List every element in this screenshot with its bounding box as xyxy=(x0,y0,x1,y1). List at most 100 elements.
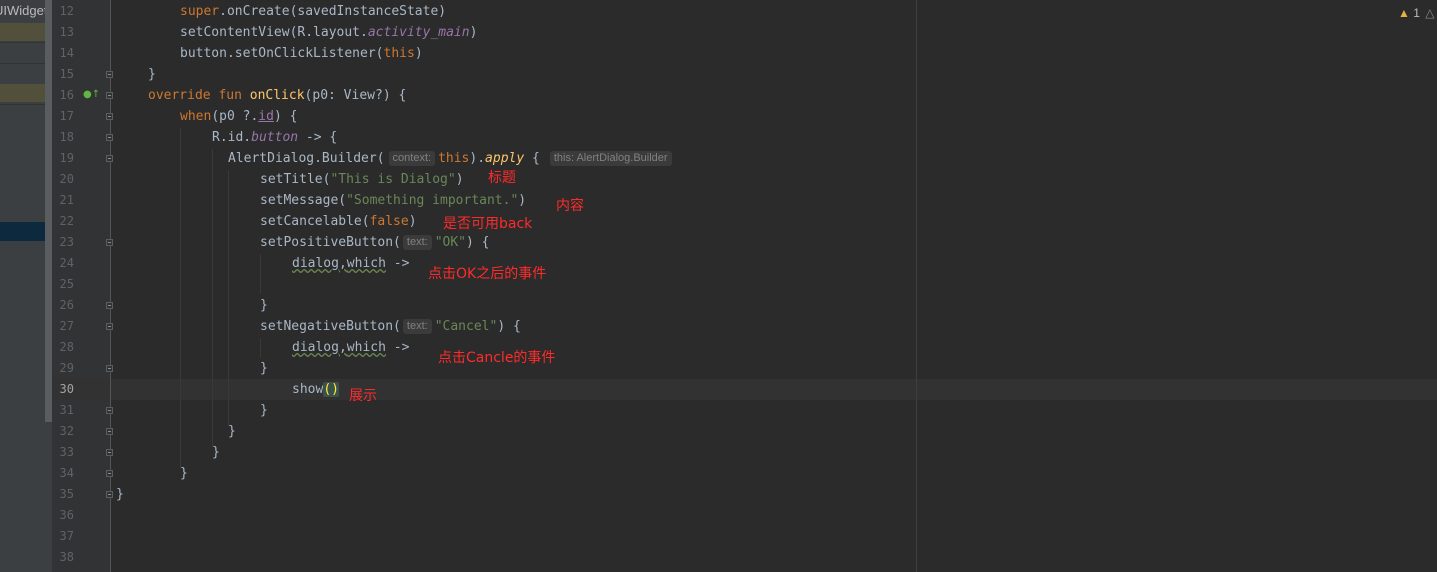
code-token: , xyxy=(338,340,347,355)
fold-marker-icon[interactable] xyxy=(106,407,113,414)
code-token: onClick xyxy=(249,88,305,103)
project-panel[interactable]: UIWidget xyxy=(0,0,52,572)
indent-guide xyxy=(180,128,181,468)
line-number: 21 xyxy=(59,193,74,207)
code-token: this xyxy=(383,46,415,61)
code-token: dialog xyxy=(292,340,339,355)
code-line-18[interactable]: R.id.button -> { xyxy=(212,127,337,148)
code-token: ) xyxy=(408,214,417,229)
line-number: 31 xyxy=(59,403,74,417)
code-token: -> xyxy=(385,256,410,271)
code-token: which xyxy=(346,340,386,355)
code-line-16[interactable]: override fun onClick(p0: View?) { xyxy=(148,85,406,106)
code-token: setContentView(R.layout. xyxy=(180,25,368,40)
fold-marker-icon[interactable] xyxy=(106,92,113,99)
inspection-widget[interactable]: ▲ 1 △ xyxy=(1398,6,1435,20)
code-line-26[interactable]: } xyxy=(260,295,268,316)
code-line-28[interactable]: dialog,which -> xyxy=(292,337,409,358)
code-line-30[interactable]: show() xyxy=(292,379,339,400)
code-line-15[interactable]: } xyxy=(148,64,156,85)
code-line-21[interactable]: setMessage("Something important.") xyxy=(260,190,526,211)
code-token: } xyxy=(180,466,188,481)
code-token: "This is Dialog" xyxy=(330,172,456,187)
annotation-ok-event: 点击OK之后的事件 xyxy=(428,266,547,282)
line-number: 13 xyxy=(59,25,74,39)
fold-marker-icon[interactable] xyxy=(106,449,113,456)
fold-marker-icon[interactable] xyxy=(106,134,113,141)
code-line-32[interactable]: } xyxy=(228,421,236,442)
code-token: } xyxy=(260,298,268,313)
annotation-message: 内容 xyxy=(556,198,584,214)
code-token: "Cancel" xyxy=(434,319,498,334)
line-number: 15 xyxy=(59,67,74,81)
fold-marker-icon[interactable] xyxy=(106,428,113,435)
code-token: setTitle( xyxy=(260,172,331,187)
code-token: AlertDialog.Builder( xyxy=(228,151,385,166)
modified-file-highlight xyxy=(0,84,46,102)
fold-marker-icon[interactable] xyxy=(106,470,113,477)
divider xyxy=(0,63,46,64)
code-token: which xyxy=(346,256,386,271)
type-hint: this: AlertDialog.Builder xyxy=(549,151,672,166)
code-line-33[interactable]: } xyxy=(212,442,220,463)
code-token: } xyxy=(228,424,236,439)
line-number: 28 xyxy=(59,340,74,354)
code-token: setPositiveButton( xyxy=(260,235,401,250)
annotation-cancel-event: 点击Cancle的事件 xyxy=(438,350,556,366)
code-line-23[interactable]: setPositiveButton(text: "OK") { xyxy=(260,232,489,253)
code-token: dialog xyxy=(292,256,339,271)
code-token: button xyxy=(251,130,299,145)
code-token: } xyxy=(260,361,268,376)
annotation-title: 标题 xyxy=(488,170,516,186)
indent-guide xyxy=(260,254,261,294)
code-token: } xyxy=(260,403,268,418)
fold-marker-icon[interactable] xyxy=(106,365,113,372)
line-number: 33 xyxy=(59,445,74,459)
code-token: .onCreate(savedInstanceState) xyxy=(219,4,447,19)
code-token: , xyxy=(338,256,347,271)
code-token: setMessage( xyxy=(260,193,347,208)
annotation-show: 展示 xyxy=(349,388,377,404)
code-line-17[interactable]: when(p0 ?.id) { xyxy=(180,106,297,127)
code-line-12[interactable]: super.onCreate(savedInstanceState) xyxy=(180,1,446,22)
indent-guide xyxy=(260,338,261,358)
code-line-31[interactable]: } xyxy=(260,400,268,421)
code-line-22[interactable]: setCancelable(false) xyxy=(260,211,417,232)
code-line-27[interactable]: setNegativeButton(text: "Cancel") { xyxy=(260,316,521,337)
code-line-24[interactable]: dialog,which -> xyxy=(292,253,409,274)
code-token: } xyxy=(148,67,156,82)
fold-marker-icon[interactable] xyxy=(106,71,113,78)
fold-marker-icon[interactable] xyxy=(106,113,113,120)
code-token: -> xyxy=(385,340,410,355)
code-token: (p0 ?. xyxy=(211,109,259,124)
divider xyxy=(0,42,46,43)
line-number: 18 xyxy=(59,130,74,144)
line-number: 12 xyxy=(59,4,74,18)
code-token: { xyxy=(524,151,540,166)
warning-count: 1 xyxy=(1413,6,1420,20)
code-line-19[interactable]: AlertDialog.Builder(context: this).apply … xyxy=(228,148,675,169)
override-method-icon[interactable]: ●↑ xyxy=(83,89,100,100)
project-panel-scrollbar[interactable] xyxy=(45,0,52,422)
line-number: 19 xyxy=(59,151,74,165)
line-number: 37 xyxy=(59,529,74,543)
line-number: 17 xyxy=(59,109,74,123)
code-token: when xyxy=(180,109,212,124)
fold-marker-icon[interactable] xyxy=(106,491,113,498)
parameter-hint: text: xyxy=(402,235,432,250)
parameter-hint: context: xyxy=(388,151,436,166)
code-line-14[interactable]: button.setOnClickListener(this) xyxy=(180,43,423,64)
code-token: super xyxy=(180,4,220,19)
fold-marker-icon[interactable] xyxy=(106,323,113,330)
code-line-34[interactable]: } xyxy=(180,463,188,484)
project-tree-label[interactable]: UIWidget xyxy=(0,3,47,18)
code-line-29[interactable]: } xyxy=(260,358,268,379)
code-line-20[interactable]: setTitle("This is Dialog") xyxy=(260,169,464,190)
line-number: 25 xyxy=(59,277,74,291)
fold-marker-icon[interactable] xyxy=(106,239,113,246)
code-line-13[interactable]: setContentView(R.layout.activity_main) xyxy=(180,22,477,43)
weak-warning-icon: △ xyxy=(1425,6,1435,20)
fold-marker-icon[interactable] xyxy=(106,302,113,309)
code-line-35[interactable]: } xyxy=(116,484,124,505)
fold-marker-icon[interactable] xyxy=(106,155,113,162)
